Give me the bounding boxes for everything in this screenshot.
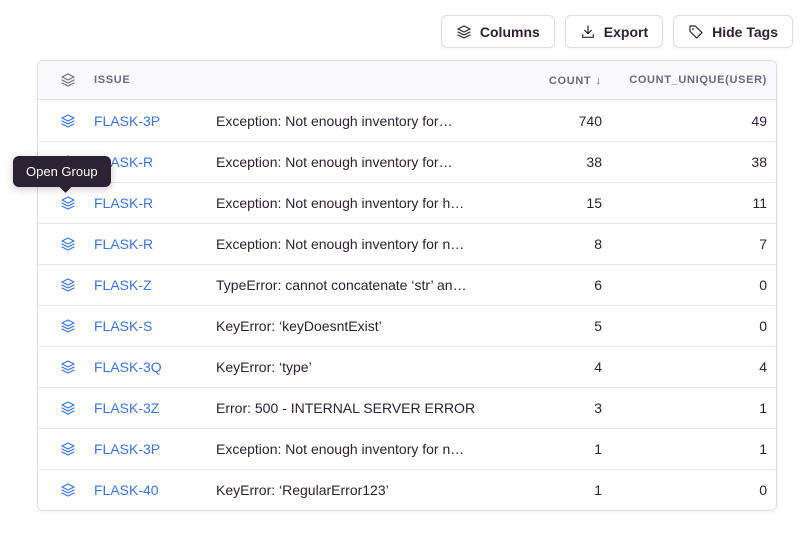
layers-icon[interactable] [60,318,76,334]
layers-icon[interactable] [60,195,76,211]
count-value: 3 [516,400,602,416]
hide-tags-button[interactable]: Hide Tags [673,15,793,48]
export-icon [580,24,596,40]
table-row[interactable]: FLASK-3Q KeyError: ‘type’ 4 4 [38,346,776,387]
export-button[interactable]: Export [565,15,663,48]
count-value: 15 [516,195,602,211]
layers-icon[interactable] [60,359,76,375]
count-unique-value: 7 [602,236,777,252]
column-header-count-unique[interactable]: COUNT_UNIQUE(USER) [602,74,777,86]
issue-title: Exception: Not enough inventory for… [216,113,516,129]
count-value: 1 [516,482,602,498]
table-row[interactable]: FLASK-R Exception: Not enough inventory … [38,141,776,182]
issue-title: Error: 500 - INTERNAL SERVER ERROR [216,400,516,416]
issue-title: KeyError: ‘type’ [216,359,516,375]
issue-link[interactable]: FLASK-3Q [94,359,216,375]
table-row[interactable]: FLASK-40 KeyError: ‘RegularError123’ 1 0 [38,469,776,510]
count-value: 38 [516,154,602,170]
issue-title: TypeError: cannot concatenate ‘str’ an… [216,277,516,293]
issue-link[interactable]: FLASK-40 [94,482,216,498]
tag-icon [688,24,704,40]
layers-icon[interactable] [60,236,76,252]
issue-link[interactable]: FLASK-3P [94,441,216,457]
issue-link[interactable]: FLASK-Z [94,277,216,293]
count-unique-value: 0 [602,277,777,293]
count-header-label: COUNT [549,75,591,87]
issue-link[interactable]: FLASK-R [94,154,216,170]
layers-icon [60,72,76,88]
table-row[interactable]: FLASK-3P Exception: Not enough inventory… [38,100,776,141]
issues-table: ISSUE COUNT ↓ COUNT_UNIQUE(USER) FLASK-3P… [37,60,777,511]
table-row[interactable]: FLASK-R Exception: Not enough inventory … [38,223,776,264]
tooltip-label: Open Group [26,164,98,179]
layers-icon [456,24,472,40]
page: Columns Export Hide Tags ISSUE COUNT ↓ CO… [0,0,807,538]
issue-link[interactable]: FLASK-S [94,318,216,334]
toolbar: Columns Export Hide Tags [441,15,793,48]
layers-icon[interactable] [60,113,76,129]
count-value: 6 [516,277,602,293]
table-row[interactable]: FLASK-3P Exception: Not enough inventory… [38,428,776,469]
count-unique-value: 4 [602,359,777,375]
count-unique-value: 49 [602,113,777,129]
count-value: 5 [516,318,602,334]
count-unique-value: 38 [602,154,777,170]
table-row[interactable]: FLASK-S KeyError: ‘keyDoesntExist’ 5 0 [38,305,776,346]
hide-tags-button-label: Hide Tags [712,24,778,40]
count-value: 740 [516,113,602,129]
count-unique-value: 0 [602,482,777,498]
table-header: ISSUE COUNT ↓ COUNT_UNIQUE(USER) [38,61,776,100]
issue-link[interactable]: FLASK-R [94,236,216,252]
issue-title: Exception: Not enough inventory for n… [216,441,516,457]
count-value: 1 [516,441,602,457]
count-unique-value: 1 [602,441,777,457]
count-unique-value: 11 [602,195,777,211]
sort-desc-icon[interactable]: ↓ [595,73,602,87]
issue-link[interactable]: FLASK-3Z [94,400,216,416]
table-row[interactable]: FLASK-R Exception: Not enough inventory … [38,182,776,223]
table-row[interactable]: FLASK-3Z Error: 500 - INTERNAL SERVER ER… [38,387,776,428]
issue-link[interactable]: FLASK-3P [94,113,216,129]
layers-icon[interactable] [60,400,76,416]
issue-title: KeyError: ‘keyDoesntExist’ [216,318,516,334]
table-row[interactable]: FLASK-Z TypeError: cannot concatenate ‘s… [38,264,776,305]
issue-title: Exception: Not enough inventory for h… [216,195,516,211]
layers-icon[interactable] [60,482,76,498]
count-unique-value: 0 [602,318,777,334]
issue-title: KeyError: ‘RegularError123’ [216,482,516,498]
column-header-issue[interactable]: ISSUE [94,74,216,86]
count-unique-value: 1 [602,400,777,416]
count-value: 8 [516,236,602,252]
column-header-count[interactable]: COUNT ↓ [516,73,602,87]
open-group-tooltip: Open Group [13,156,111,187]
columns-button-label: Columns [480,24,540,40]
issue-title: Exception: Not enough inventory for… [216,154,516,170]
issue-title: Exception: Not enough inventory for n… [216,236,516,252]
columns-button[interactable]: Columns [441,15,555,48]
layers-icon[interactable] [60,441,76,457]
count-value: 4 [516,359,602,375]
issue-link[interactable]: FLASK-R [94,195,216,211]
export-button-label: Export [604,24,648,40]
layers-icon[interactable] [60,277,76,293]
